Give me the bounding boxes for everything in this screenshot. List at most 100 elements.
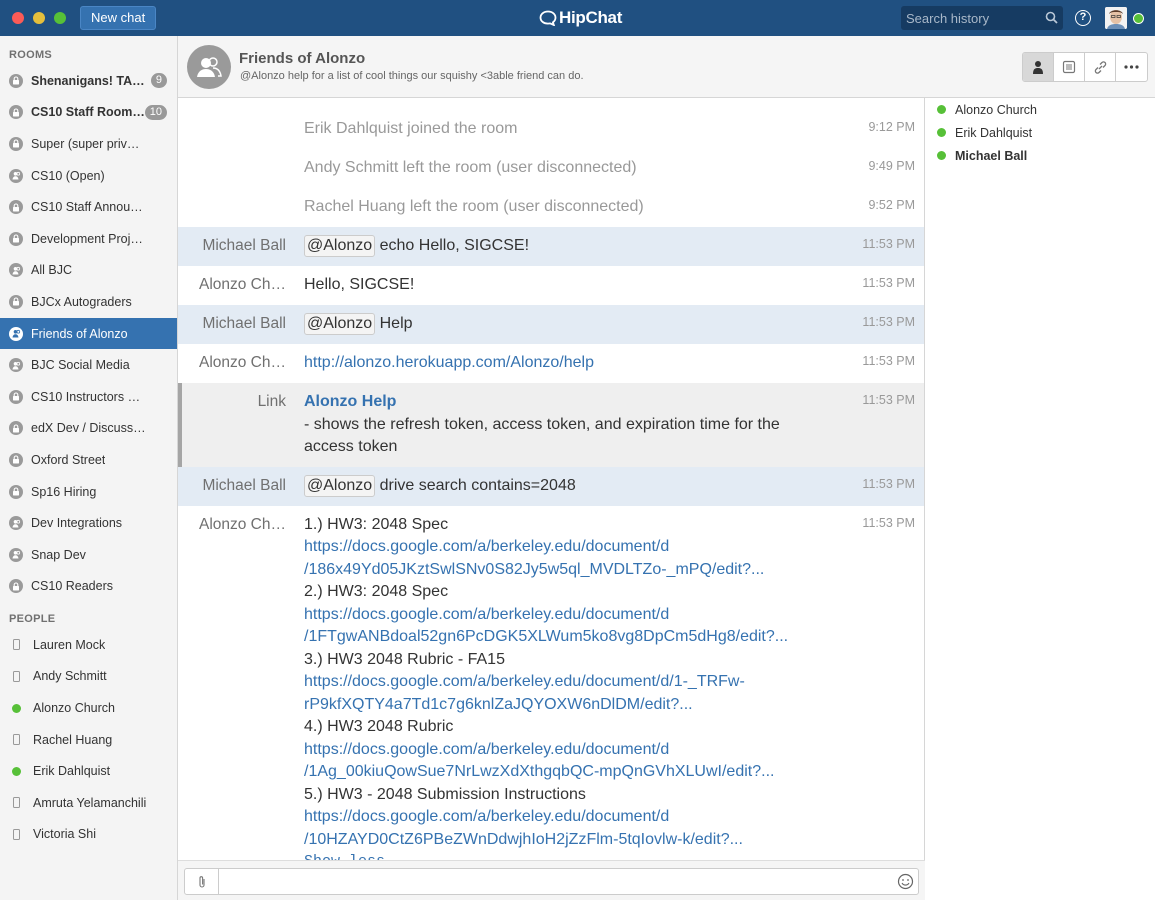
people-icon xyxy=(9,326,23,341)
sidebar-room-item[interactable]: Dev Integrations xyxy=(0,507,177,539)
people-icon xyxy=(9,516,23,531)
online-status-indicator xyxy=(1133,13,1144,24)
mention-tag[interactable]: @Alonzo xyxy=(304,235,376,257)
result-link[interactable]: https://docs.google.com/a/berkeley.edu/d… xyxy=(304,604,820,627)
room-label: CS10 Readers xyxy=(31,579,113,594)
result-link[interactable]: /10HZAYD0CtZ6PBeZWnDdwjhIoH2jZzFlm-5tqIo… xyxy=(304,829,820,852)
room-label: Super (super privat… xyxy=(31,136,146,151)
result-link[interactable]: https://docs.google.com/a/berkeley.edu/d… xyxy=(304,806,820,829)
sidebar-person-item[interactable]: Alonzo Church xyxy=(0,692,177,724)
sidebar-person-item[interactable]: Victoria Shi xyxy=(0,819,177,851)
sidebar-room-item[interactable]: BJC Social Media xyxy=(0,349,177,381)
result-link[interactable]: https://docs.google.com/a/berkeley.edu/d… xyxy=(304,739,820,762)
message-sender[interactable]: Michael Ball xyxy=(178,315,286,333)
system-message: Andy Schmitt left the room (user disconn… xyxy=(178,149,924,188)
room-label: CS10 Staff Announ… xyxy=(31,200,146,215)
search-input[interactable] xyxy=(901,10,1037,26)
result-title: 4.) HW3 2048 Rubric xyxy=(304,718,454,735)
message-body: @Alonzo echo Hello, SIGCSE! xyxy=(304,235,820,258)
sidebar-person-item[interactable]: Rachel Huang xyxy=(0,724,177,756)
sidebar-person-item[interactable]: Amruta Yelamanchili xyxy=(0,787,177,819)
paperclip-icon xyxy=(198,875,205,888)
system-message-text: Erik Dahlquist joined the room xyxy=(304,120,518,137)
room-label: Oxford Street xyxy=(31,452,106,467)
search-history[interactable] xyxy=(901,6,1063,30)
clipped-message xyxy=(178,98,924,110)
online-status-icon xyxy=(12,703,21,713)
help-icon[interactable]: ? xyxy=(1075,10,1091,26)
people-icon xyxy=(9,263,23,278)
roster-item[interactable]: Michael Ball xyxy=(926,144,1155,167)
sidebar-room-item[interactable]: CS10 Staff Room… 10 xyxy=(0,97,177,129)
hipchat-window: New chat HipChat ? ROOMS Shenanigans! TA… xyxy=(0,0,1155,900)
chat-message: Alonzo Ch… 1.) HW3: 2048 Spec https://docs… xyxy=(178,506,924,861)
system-message: Erik Dahlquist joined the room 9:12 PM xyxy=(178,110,924,149)
message-link[interactable]: http://alonzo.herokuapp.com/Alonzo/help xyxy=(304,354,594,371)
room-label: Shenanigans! TAs… xyxy=(31,73,146,88)
message-input-box[interactable] xyxy=(184,868,919,895)
roster-toggle-button[interactable] xyxy=(1023,53,1054,81)
result-link[interactable]: /186x49Yd05JKztSwlSNv0S82Jy5w5ql_MVDLTZo… xyxy=(304,559,820,582)
new-chat-button[interactable]: New chat xyxy=(80,6,157,30)
link-preview-title[interactable]: Alonzo Help xyxy=(304,391,820,414)
sidebar-person-item[interactable]: Erik Dahlquist xyxy=(0,755,177,787)
result-link[interactable]: https://docs.google.com/a/berkeley.edu/d… xyxy=(304,671,820,694)
chat-history[interactable]: Erik Dahlquist joined the room 9:12 PM And… xyxy=(178,98,925,860)
people-icon xyxy=(197,57,222,77)
mention-tag[interactable]: @Alonzo xyxy=(304,474,376,497)
lock-icon xyxy=(9,389,23,404)
message-sender[interactable]: Michael Ball xyxy=(178,237,286,255)
sidebar-room-item[interactable]: Snap Dev xyxy=(0,539,177,571)
roster-item[interactable]: Erik Dahlquist xyxy=(926,121,1155,144)
message-body: Hello, SIGCSE! xyxy=(304,274,820,297)
sidebar-room-item[interactable]: edX Dev / Discussion xyxy=(0,413,177,445)
roster-item[interactable]: Alonzo Church xyxy=(926,98,1155,121)
result-link[interactable]: rP9kfXQTY4a7Td1c7g6knlZaJQYOXW6nDlDM/edi… xyxy=(304,694,820,717)
roster-name: Erik Dahlquist xyxy=(955,125,1033,140)
user-avatar[interactable] xyxy=(1105,7,1127,29)
person-label: Amruta Yelamanchili xyxy=(33,795,147,810)
message-sender[interactable]: Michael Ball xyxy=(178,477,286,495)
result-title: 1.) HW3: 2048 Spec xyxy=(304,515,449,533)
sidebar-room-item[interactable]: Shenanigans! TAs… 9 xyxy=(0,65,177,97)
sidebar-room-item[interactable]: Sp16 Hiring xyxy=(0,476,177,508)
links-button[interactable] xyxy=(1085,53,1116,81)
sidebar-room-item[interactable]: Friends of Alonzo xyxy=(0,317,177,350)
mobile-phone-icon xyxy=(13,828,20,840)
result-title: 3.) HW3 2048 Rubric - FA15 xyxy=(304,650,505,668)
lock-icon xyxy=(9,421,23,436)
hipchat-logo-icon xyxy=(539,10,557,26)
sidebar-room-item[interactable]: BJCx Autograders xyxy=(0,286,177,318)
close-window-button[interactable] xyxy=(12,12,24,24)
maximize-window-button[interactable] xyxy=(54,12,66,24)
message-sender[interactable]: Alonzo Ch… xyxy=(178,516,286,534)
attach-file-button[interactable] xyxy=(185,869,219,894)
emoticon-icon[interactable] xyxy=(897,873,914,890)
sidebar-room-item[interactable]: Oxford Street xyxy=(0,444,177,476)
message-sender[interactable]: Alonzo Ch… xyxy=(178,276,286,294)
result-link[interactable]: /1Ag_00kiuQowSue7NrLwzXdXthgqbQC-mpQnGVh… xyxy=(304,761,820,784)
sidebar-person-item[interactable]: Andy Schmitt xyxy=(0,661,177,693)
show-less-link[interactable]: Show less xyxy=(304,851,820,860)
more-options-button[interactable] xyxy=(1116,53,1147,81)
sidebar-room-item[interactable]: All BJC xyxy=(0,255,177,287)
sidebar-room-item[interactable]: CS10 Readers xyxy=(0,571,177,603)
message-timestamp: 11:53 PM xyxy=(862,276,915,290)
result-link[interactable]: https://docs.google.com/a/berkeley.edu/d… xyxy=(304,536,820,559)
room-label: CS10 (Open) xyxy=(31,168,105,183)
room-label: Development Proje… xyxy=(31,231,146,246)
result-link[interactable]: /1FTgwANBdoal52gn6PcDGK5XLWum5ko8vg8DpCm… xyxy=(304,626,820,649)
sidebar-person-item[interactable]: Lauren Mock xyxy=(0,629,177,661)
message-sender[interactable]: Alonzo Ch… xyxy=(178,354,286,372)
mention-tag[interactable]: @Alonzo xyxy=(304,313,376,335)
minimize-window-button[interactable] xyxy=(33,12,45,24)
files-button[interactable] xyxy=(1054,53,1085,81)
sidebar-room-item[interactable]: Development Proje… xyxy=(0,223,177,255)
sidebar-room-item[interactable]: CS10 Staff Announ… xyxy=(0,191,177,223)
online-status-icon xyxy=(937,105,946,114)
sidebar-room-item[interactable]: CS10 Instructors O… xyxy=(0,381,177,413)
room-label: BJCx Autograders xyxy=(31,294,132,309)
sidebar-room-item[interactable]: CS10 (Open) xyxy=(0,160,177,192)
sidebar-room-item[interactable]: Super (super privat… xyxy=(0,128,177,160)
result-title: 2.) HW3: 2048 Spec xyxy=(304,583,449,600)
